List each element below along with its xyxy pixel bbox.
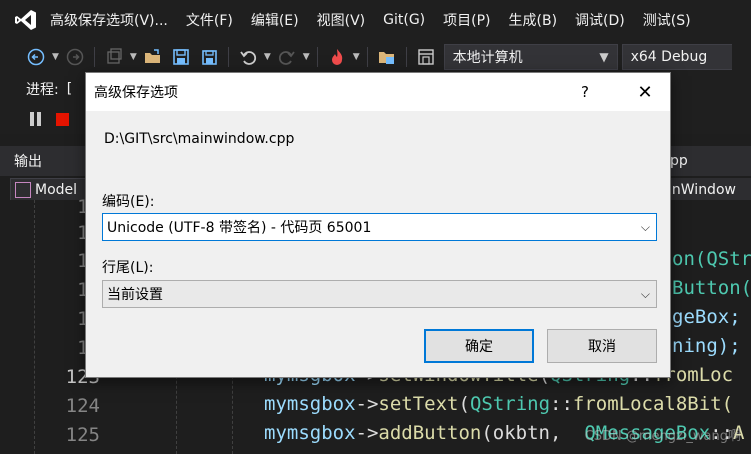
hot-reload-icon[interactable] — [326, 46, 348, 68]
encoding-value: Unicode (UTF-8 带签名) - 代码页 65001 — [107, 220, 372, 236]
new-project-icon[interactable] — [103, 46, 125, 68]
toolbar-divider — [405, 47, 407, 67]
close-button[interactable]: ✕ — [620, 73, 670, 111]
visual-studio-logo-icon[interactable] — [14, 8, 38, 32]
chevron-down-icon[interactable]: ▼ — [130, 52, 137, 62]
code-line: mymsgbox->setText(QString::fromLocal8Bit… — [264, 393, 734, 415]
chevron-down-icon[interactable]: ▼ — [52, 52, 59, 62]
chevron-down-icon[interactable]: ▼ — [303, 52, 310, 62]
debug-target-value: 本地计算机 — [452, 50, 523, 66]
solution-config-select[interactable]: x64 Debug — [621, 44, 732, 70]
process-label: 进程: — [26, 82, 59, 98]
class-file-icon — [15, 182, 31, 198]
chevron-down-icon[interactable]: ▼ — [264, 52, 271, 62]
menu-project[interactable]: 项目(P) — [434, 10, 499, 30]
ok-button-label: 确定 — [465, 339, 493, 355]
cancel-button-label: 取消 — [588, 339, 616, 355]
ok-button[interactable]: 确定 — [424, 329, 534, 363]
debug-target-select[interactable]: 本地计算机 ▼ — [443, 44, 618, 70]
output-panel-tab[interactable]: 输出 — [0, 146, 86, 176]
open-folder-icon[interactable] — [142, 46, 164, 68]
standard-toolbar: ▼ ▼ ▼ ▼ ▼ 本地计算机 ▼ x64 Debug — [0, 40, 751, 74]
line-ending-label: 行尾(L): — [102, 260, 154, 276]
menu-bar: 高级保存选项(V)... 文件(F) 编辑(E) 视图(V) Git(G) 项目… — [0, 0, 751, 40]
encoding-label: 编码(E): — [102, 194, 155, 210]
line-ending-select[interactable]: 当前设置 ⌵ — [102, 280, 657, 308]
code-fragment: geBox; — [672, 306, 741, 328]
encoding-select[interactable]: Unicode (UTF-8 带签名) - 代码页 65001 ⌵ — [102, 213, 657, 241]
chevron-down-icon[interactable]: ▼ — [353, 52, 360, 62]
menu-view[interactable]: 视图(V) — [308, 10, 375, 30]
stop-icon[interactable] — [56, 112, 69, 126]
help-button[interactable]: ? — [568, 73, 602, 111]
navigate-back-icon[interactable] — [25, 46, 47, 68]
code-fragment: ning); — [672, 335, 741, 357]
code-fragment: Button( — [672, 277, 751, 299]
dialog-title: 高级保存选项 — [94, 85, 178, 101]
watermark: CSDN @mengzi_wang啊 — [584, 429, 741, 444]
chevron-down-icon: ⌵ — [640, 219, 650, 234]
toolbar-divider — [366, 47, 368, 67]
line-number: 124 — [65, 395, 100, 417]
menu-git[interactable]: Git(G) — [374, 12, 434, 28]
menu-advanced-save[interactable]: 高级保存选项(V)... — [46, 10, 177, 30]
redo-icon[interactable] — [276, 46, 298, 68]
line-ending-value: 当前设置 — [107, 287, 163, 303]
cancel-button[interactable]: 取消 — [547, 329, 657, 363]
menu-edit[interactable]: 编辑(E) — [242, 10, 308, 30]
line-number: 125 — [65, 424, 100, 446]
file-tab-label: inWindow — [668, 182, 736, 198]
code-fragment: on(QStri — [672, 248, 751, 270]
right-panel-label: pp — [670, 153, 688, 169]
undo-icon[interactable] — [237, 46, 259, 68]
file-path: D:\GIT\src\mainwindow.cpp — [104, 131, 295, 147]
toolbar-divider — [316, 47, 318, 67]
navigate-forward-icon[interactable] — [64, 46, 86, 68]
output-panel-label: 输出 — [14, 154, 42, 170]
solution-config-value: x64 Debug — [630, 49, 708, 65]
file-tab-mainwindow[interactable]: inWindow — [668, 178, 751, 202]
window-layout-icon[interactable] — [415, 46, 437, 68]
chevron-down-icon: ⌵ — [640, 286, 650, 301]
menu-test[interactable]: 测试(S) — [634, 10, 700, 30]
advanced-save-options-dialog: 高级保存选项 ? ✕ D:\GIT\src\mainwindow.cpp 编码(… — [85, 72, 671, 378]
chevron-down-icon: ▼ — [599, 50, 609, 64]
save-all-icon[interactable] — [198, 46, 220, 68]
folder-view-icon[interactable] — [376, 46, 398, 68]
menu-file[interactable]: 文件(F) — [177, 10, 242, 30]
right-panel-tab[interactable]: pp — [668, 146, 751, 176]
pause-icon[interactable] — [30, 112, 44, 126]
toolbar-divider — [227, 47, 229, 67]
toolbar-divider — [93, 47, 95, 67]
indent-guide — [34, 200, 35, 454]
save-icon[interactable] — [170, 46, 192, 68]
menu-build[interactable]: 生成(B) — [500, 10, 567, 30]
process-value[interactable]: [ — [67, 81, 72, 97]
menu-debug[interactable]: 调试(D) — [566, 10, 634, 30]
